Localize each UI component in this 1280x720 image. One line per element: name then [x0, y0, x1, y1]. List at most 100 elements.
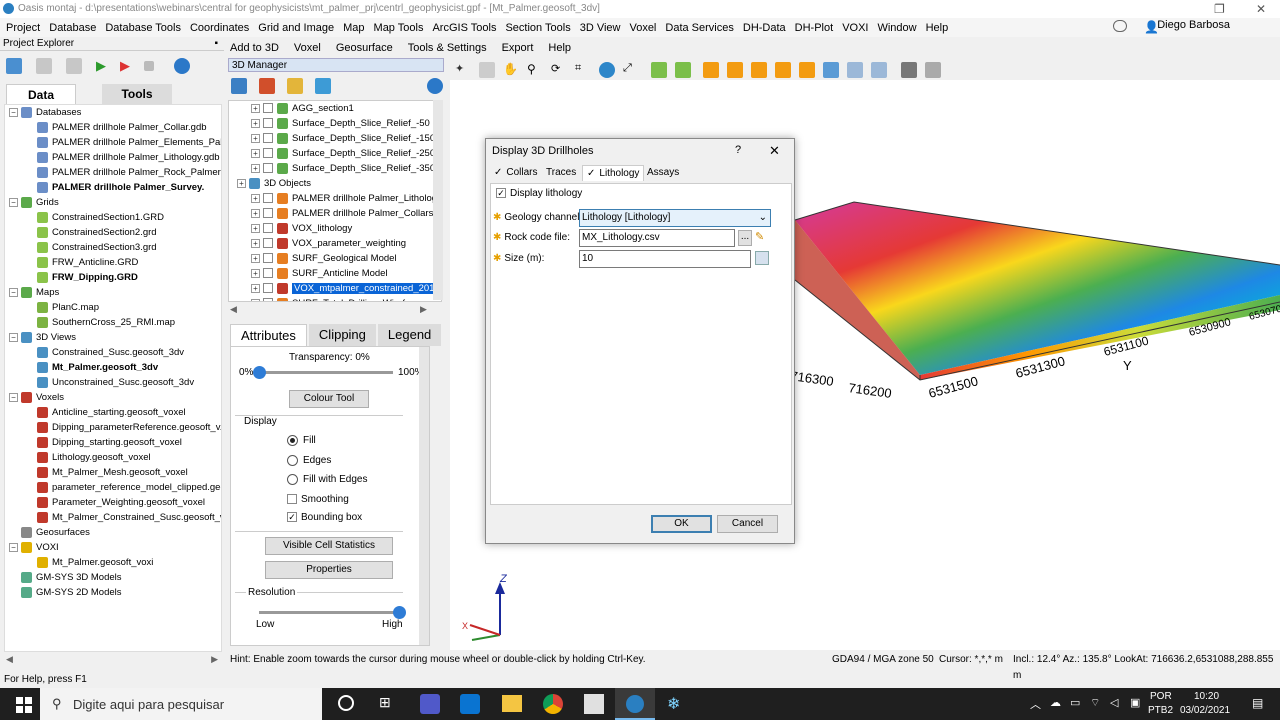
manager-expander-icon[interactable]: +: [251, 283, 260, 293]
manager-item[interactable]: + Surface_Depth_Slice_Relief_-50: [229, 116, 441, 131]
menu-3d-view[interactable]: 3D View: [580, 22, 621, 34]
viewer-menu-tools-settings[interactable]: Tools & Settings: [408, 42, 487, 54]
restore-icon[interactable]: ❐: [1214, 0, 1225, 18]
globe-icon[interactable]: [599, 62, 615, 78]
tree-item[interactable]: Mt_Palmer.geosoft_3dv: [5, 360, 221, 375]
attributes-vscrollbar[interactable]: [419, 347, 429, 645]
tree-item[interactable]: PALMER drillhole Palmer_Elements_Palm: [5, 135, 221, 150]
tree-group[interactable]: − Grids: [5, 195, 221, 210]
tree-item[interactable]: PALMER drillhole Palmer_Rock_Palmer.: [5, 165, 221, 180]
transparency-slider-track[interactable]: [259, 371, 393, 374]
settings-icon[interactable]: [315, 78, 331, 94]
add-object-icon[interactable]: [231, 78, 247, 94]
tree-item[interactable]: FRW_Anticline.GRD: [5, 255, 221, 270]
screenshot-icon[interactable]: [901, 62, 917, 78]
cloud-icon[interactable]: [1113, 20, 1127, 32]
tree-item[interactable]: PlanC.map: [5, 300, 221, 315]
group-icon[interactable]: [287, 78, 303, 94]
view-mode-2-icon[interactable]: [675, 62, 691, 78]
browse-button[interactable]: ...: [738, 230, 752, 246]
tab-traces[interactable]: Traces: [546, 167, 576, 178]
tab-legend[interactable]: Legend: [377, 324, 442, 346]
chrome-icon[interactable]: [543, 694, 563, 714]
menu-database-tools[interactable]: Database Tools: [105, 22, 181, 34]
visibility-checkbox[interactable]: [263, 283, 273, 294]
outlook-icon[interactable]: [460, 694, 480, 714]
edit-pencil-icon[interactable]: ✎: [755, 230, 764, 243]
manager-expander-icon[interactable]: +: [251, 103, 260, 113]
onedrive-icon[interactable]: ☁: [1050, 696, 1061, 709]
tab-assays[interactable]: Assays: [647, 167, 679, 178]
tree-item[interactable]: PALMER drillhole Palmer_Lithology.gdb: [5, 150, 221, 165]
language-primary[interactable]: POR: [1150, 691, 1172, 702]
stop-icon[interactable]: [144, 61, 154, 71]
tray-chevron-icon[interactable]: ︿: [1030, 696, 1041, 712]
user-name[interactable]: Diego Barbosa: [1157, 19, 1230, 31]
tree-item[interactable]: ConstrainedSection3.grd: [5, 240, 221, 255]
language-secondary[interactable]: PTB2: [1148, 705, 1173, 716]
edges-radio[interactable]: Edges: [287, 455, 331, 466]
cube-side-icon[interactable]: [751, 62, 767, 78]
edit-view-icon[interactable]: [871, 62, 887, 78]
menu-dh-plot[interactable]: DH-Plot: [795, 22, 834, 34]
notification-icon[interactable]: ▤: [1252, 696, 1263, 710]
snowflake-icon[interactable]: ❄: [667, 694, 680, 714]
cube-front-icon[interactable]: [703, 62, 719, 78]
menu-arcgis-tools[interactable]: ArcGIS Tools: [432, 22, 496, 34]
menu-dh-data[interactable]: DH-Data: [743, 22, 786, 34]
cube-top-icon[interactable]: [727, 62, 743, 78]
menu-project[interactable]: Project: [6, 22, 40, 34]
tree-group[interactable]: GM-SYS 3D Models: [5, 570, 221, 585]
viewer-menu-help[interactable]: Help: [548, 42, 571, 54]
cube-iso-icon[interactable]: [799, 62, 815, 78]
viewer-menu-geosurface[interactable]: Geosurface: [336, 42, 393, 54]
menu-coordinates[interactable]: Coordinates: [190, 22, 249, 34]
expander-icon[interactable]: −: [9, 542, 18, 552]
menu-map[interactable]: Map: [343, 22, 364, 34]
visibility-checkbox[interactable]: [263, 268, 273, 279]
manager-expander-icon[interactable]: +: [251, 208, 260, 218]
menu-voxel[interactable]: Voxel: [629, 22, 656, 34]
calculator-icon[interactable]: [755, 251, 769, 265]
pan-hand-icon[interactable]: ✋: [503, 62, 519, 78]
tree-item[interactable]: Dipping_starting.geosoft_voxel: [5, 435, 221, 450]
tree-item[interactable]: parameter_reference_model_clipped.geo: [5, 480, 221, 495]
tab-tools[interactable]: Tools: [102, 84, 172, 104]
file-explorer-icon[interactable]: [502, 695, 522, 712]
visibility-checkbox[interactable]: [263, 118, 273, 129]
tab-clipping[interactable]: Clipping: [308, 324, 376, 346]
viewer-menu-add-to-3d[interactable]: Add to 3D: [230, 42, 279, 54]
visibility-checkbox[interactable]: [263, 163, 273, 174]
open-icon[interactable]: [36, 58, 52, 74]
visibility-checkbox[interactable]: [263, 133, 273, 144]
manager-expander-icon[interactable]: +: [251, 238, 260, 248]
volume-icon[interactable]: ◁: [1110, 696, 1118, 709]
expander-icon[interactable]: −: [9, 287, 18, 297]
manager-item[interactable]: + Surface_Depth_Slice_Relief_-350: [229, 161, 441, 176]
visibility-checkbox[interactable]: [263, 253, 273, 264]
tree-item[interactable]: Mt_Palmer_Mesh.geosoft_voxel: [5, 465, 221, 480]
resolution-slider-track[interactable]: [259, 611, 399, 614]
properties-button[interactable]: Properties: [265, 561, 393, 579]
manager-item[interactable]: + PALMER drillhole Palmer_Collars: [229, 206, 441, 221]
visibility-checkbox[interactable]: [263, 298, 273, 301]
teams-icon[interactable]: [420, 694, 440, 714]
manager-item[interactable]: + SURF_Geological Model: [229, 251, 441, 266]
battery-icon[interactable]: ▭: [1070, 696, 1080, 709]
visibility-checkbox[interactable]: [263, 193, 273, 204]
manager-item[interactable]: + SURF_Anticline Model: [229, 266, 441, 281]
display-lithology-checkbox[interactable]: ✓ Display lithology: [496, 188, 582, 199]
tab-collars[interactable]: ✓ Collars: [494, 167, 538, 178]
tree-group[interactable]: GM-SYS 2D Models: [5, 585, 221, 600]
geology-channel-select[interactable]: Lithology [Lithology] ⌄: [579, 209, 771, 227]
manager-item[interactable]: + SURF_Total_Drilling_Wireframe: [229, 296, 441, 301]
manager-expander-icon[interactable]: +: [237, 178, 246, 188]
menu-database[interactable]: Database: [49, 22, 96, 34]
manager-expander-icon[interactable]: +: [251, 268, 260, 278]
manager-item[interactable]: + AGG_section1: [229, 101, 441, 116]
manager-expander-icon[interactable]: +: [251, 253, 260, 263]
view-mode-1-icon[interactable]: [651, 62, 667, 78]
wifi-icon[interactable]: ⌔: [1090, 696, 1100, 710]
smoothing-checkbox[interactable]: Smoothing: [287, 494, 349, 505]
viewer-menu-export[interactable]: Export: [502, 42, 534, 54]
